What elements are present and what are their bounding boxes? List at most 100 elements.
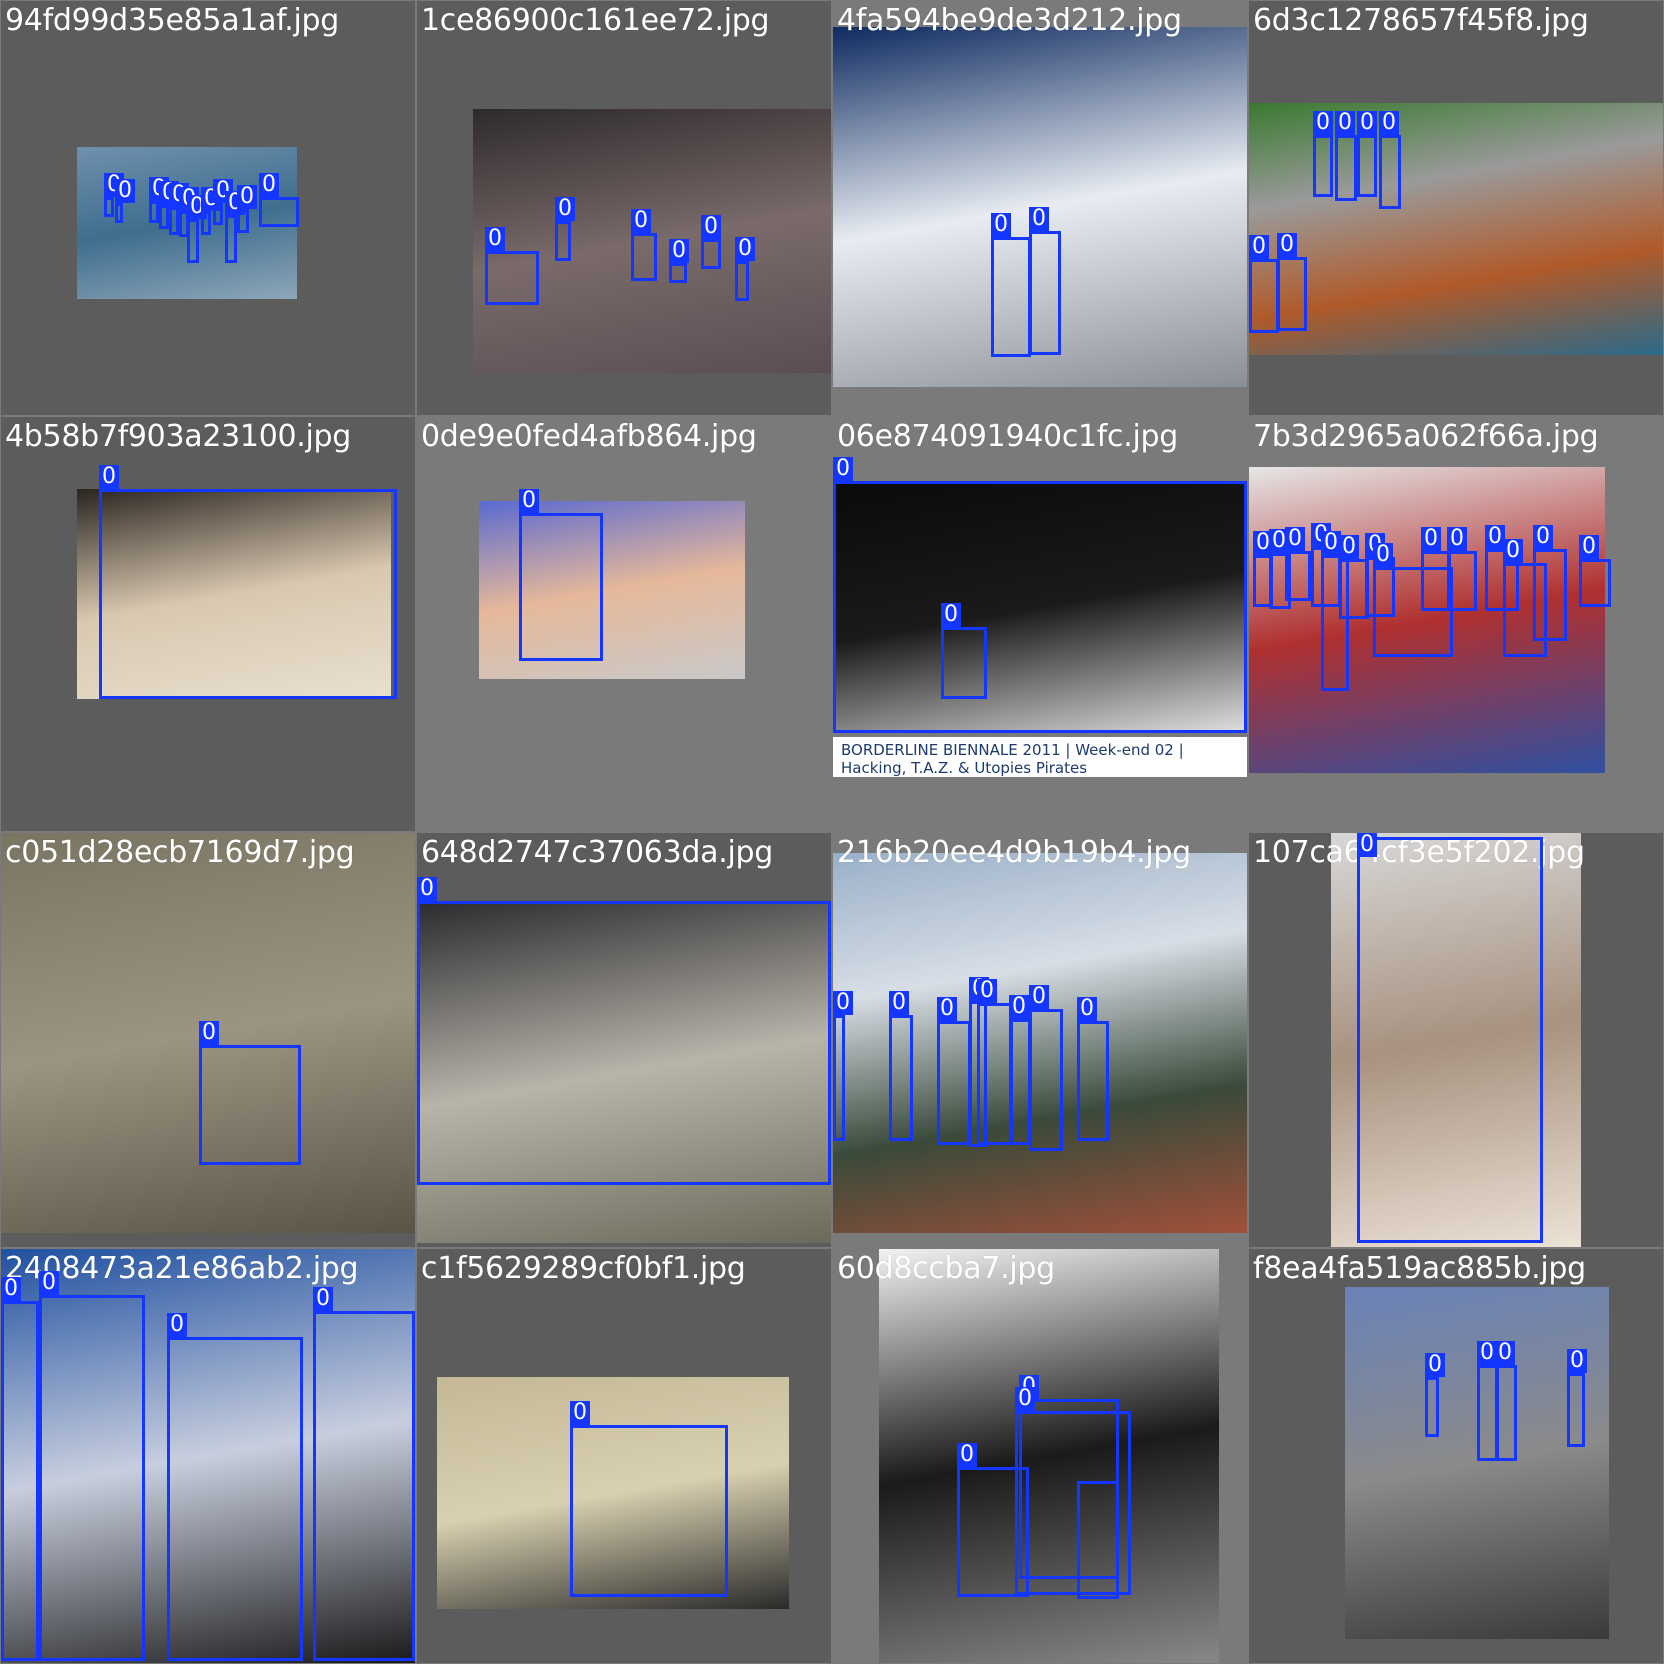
detection-class-label: 0 <box>1249 235 1269 259</box>
detection-class-label: 0 <box>1533 525 1553 549</box>
detection-box <box>1077 1481 1119 1599</box>
detection-box <box>941 627 987 699</box>
photo-thumbnail <box>1345 1287 1609 1639</box>
mosaic-tile: 4b58b7f903a23100.jpg 0 <box>1 417 415 831</box>
detection-box <box>1009 1019 1031 1145</box>
detection-class-label: 0 <box>1029 207 1049 231</box>
detection-box <box>1335 135 1357 201</box>
detection-class-label: 0 <box>1425 1353 1445 1377</box>
detection-box <box>937 1021 971 1145</box>
mosaic-grid: 94fd99d35e85a1af.jpg0000000000001ce86900… <box>0 0 1664 1664</box>
mosaic-tile: 4fa594be9de3d212.jpg 0 0 <box>833 1 1247 415</box>
detection-box <box>104 197 114 217</box>
tile-filename: c1f5629289cf0bf1.jpg <box>421 1251 746 1286</box>
detection-box <box>631 233 657 281</box>
detection-box <box>1567 1373 1585 1447</box>
tile-filename: 06e874091940c1fc.jpg <box>837 419 1179 454</box>
photo-caption: BORDERLINE BIENNALE 2011 | Week-end 02 |… <box>833 737 1247 777</box>
mosaic-tile: 0de9e0fed4afb864.jpg 0 <box>417 417 831 831</box>
detection-class-label: 0 <box>1579 535 1599 559</box>
detection-box <box>1285 551 1311 601</box>
tile-filename: 94fd99d35e85a1af.jpg <box>5 3 339 38</box>
detection-box <box>99 489 397 699</box>
detection-class-label: 0 <box>417 877 437 901</box>
detection-class-label: 0 <box>735 237 755 261</box>
detection-class-label: 0 <box>1357 833 1377 857</box>
tile-filename: 4b58b7f903a23100.jpg <box>5 419 352 454</box>
detection-class-label: 0 <box>1009 995 1029 1019</box>
detection-class-label: 0 <box>957 1443 977 1467</box>
detection-class-label: 0 <box>1447 527 1467 551</box>
detection-class-label: 0 <box>669 239 689 263</box>
detection-class-label: 0 <box>1077 997 1097 1021</box>
detection-class-label: 0 <box>1567 1349 1587 1373</box>
detection-box <box>169 207 179 235</box>
detection-class-label: 0 <box>99 465 119 489</box>
mosaic-tile: 1ce86900c161ee72.jpg 0 0 0 0 0 0 <box>417 1 831 415</box>
detection-box <box>1357 135 1377 197</box>
detection-class-label: 0 <box>1477 1341 1497 1365</box>
detection-class-label: 0 <box>485 227 505 251</box>
mosaic-tile: 94fd99d35e85a1af.jpg000000000000 <box>1 1 415 415</box>
mosaic-tile: 60d8ccba7.jpg000 <box>833 1249 1247 1663</box>
detection-class-label: 0 <box>259 173 279 197</box>
detection-class-label: 0 <box>991 213 1011 237</box>
mosaic-tile: c051d28ecb7169d7.jpg 0 <box>1 833 415 1247</box>
detection-class-label: 0 <box>115 179 135 203</box>
detection-box <box>1 1301 39 1661</box>
detection-class-label: 0 <box>1421 527 1441 551</box>
detection-box <box>833 1015 845 1141</box>
caption-line-2: Hacking, T.A.Z. & Utopies Pirates <box>841 759 1088 777</box>
detection-box <box>1533 549 1567 641</box>
tile-filename: 216b20ee4d9b19b4.jpg <box>837 835 1191 870</box>
detection-box <box>889 1015 913 1141</box>
detection-class-label: 0 <box>1339 535 1359 559</box>
tile-filename: f8ea4fa519ac885b.jpg <box>1253 1251 1586 1286</box>
detection-class-label: 0 <box>39 1271 59 1295</box>
detection-class-label: 0 <box>555 197 575 221</box>
detection-class-label: 0 <box>1321 531 1341 555</box>
tile-filename: 60d8ccba7.jpg <box>837 1251 1055 1286</box>
mosaic-tile: 2408473a21e86ab2.jpg 0 0 0 0 <box>1 1249 415 1663</box>
detection-class-label: 0 <box>1495 1341 1515 1365</box>
detection-class-label: 0 <box>1503 539 1523 563</box>
detection-box <box>259 197 299 227</box>
detection-class-label: 0 <box>167 1313 187 1337</box>
tile-filename: 7b3d2965a062f66a.jpg <box>1253 419 1599 454</box>
detection-class-label: 0 <box>977 979 997 1003</box>
detection-box <box>1379 135 1401 209</box>
detection-class-label: 0 <box>941 603 961 627</box>
detection-box <box>1495 1365 1517 1461</box>
mosaic-tile: 107ca64cf3e5f202.jpg 0 <box>1249 833 1663 1247</box>
detection-class-label: 0 <box>519 489 539 513</box>
detection-class-label: 0 <box>1379 111 1399 135</box>
detection-box <box>519 513 603 661</box>
detection-box <box>701 239 721 269</box>
tile-filename: c051d28ecb7169d7.jpg <box>5 835 355 870</box>
mosaic-tile: 216b20ee4d9b19b4.jpg00000000 <box>833 833 1247 1247</box>
detection-class-label: 0 <box>1335 111 1355 135</box>
detection-class-label: 0 <box>833 991 853 1015</box>
detection-class-label: 0 <box>570 1401 590 1425</box>
detection-box <box>159 205 169 229</box>
detection-box <box>1029 231 1061 355</box>
detection-class-label: 0 <box>1 1277 21 1301</box>
detection-box <box>225 215 237 263</box>
detection-box <box>735 261 749 301</box>
mosaic-tile: f8ea4fa519ac885b.jpg 0 0 0 0 <box>1249 1249 1663 1663</box>
detection-box <box>149 201 159 223</box>
detection-box <box>570 1425 728 1597</box>
tile-filename: 0de9e0fed4afb864.jpg <box>421 419 757 454</box>
tile-filename: 648d2747c37063da.jpg <box>421 835 773 870</box>
tile-filename: 1ce86900c161ee72.jpg <box>421 3 770 38</box>
detection-class-label: 0 <box>1029 985 1049 1009</box>
caption-line-1: BORDERLINE BIENNALE 2011 | Week-end 02 | <box>841 741 1184 759</box>
detection-class-label: 0 <box>701 215 721 239</box>
detection-box <box>485 251 539 305</box>
detection-box <box>1249 259 1279 333</box>
detection-box <box>1029 1009 1063 1151</box>
detection-class-label: 0 <box>1373 543 1393 567</box>
detection-box <box>199 1045 301 1165</box>
detection-box <box>669 263 687 283</box>
mosaic-tile: 648d2747c37063da.jpg 0 <box>417 833 831 1247</box>
